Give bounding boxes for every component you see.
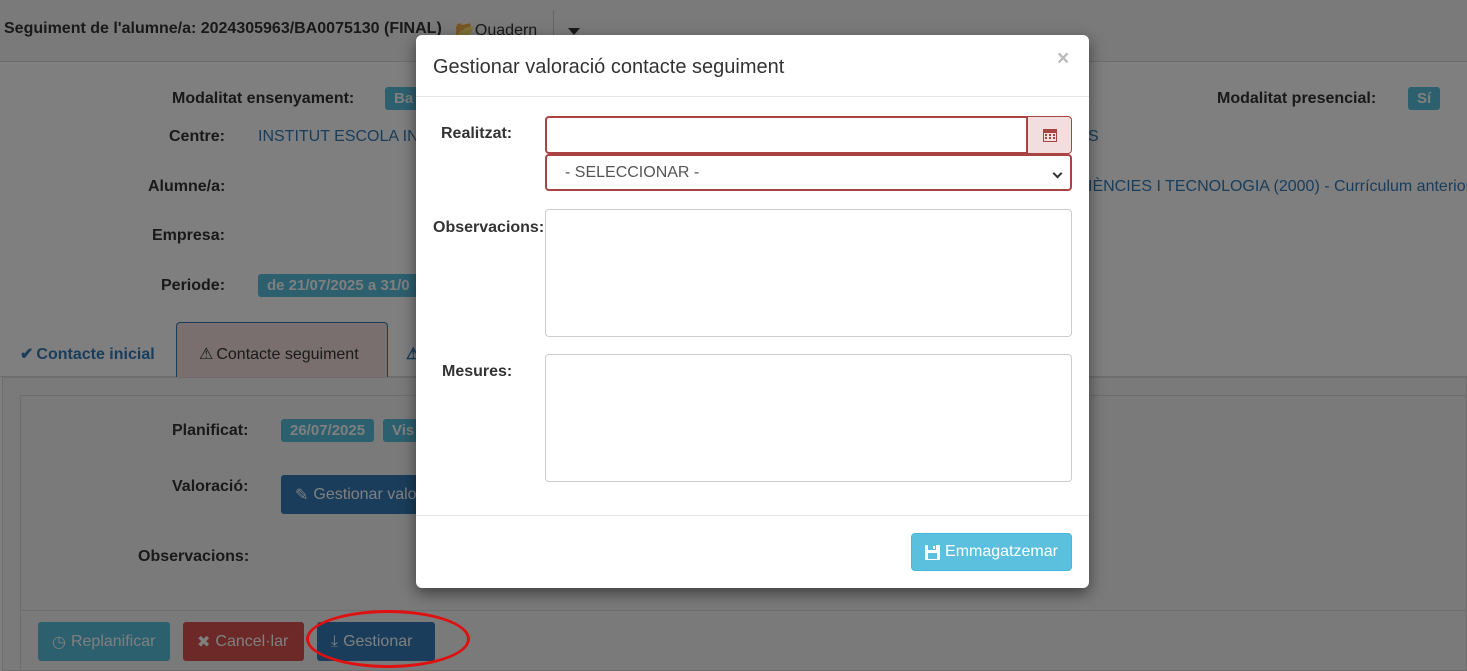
highlight-circle-annotation (306, 610, 470, 668)
floppy-disk-icon (925, 544, 941, 560)
calendar-icon (1042, 129, 1057, 142)
close-icon[interactable]: × (1057, 47, 1069, 71)
realitzat-label: Realitzat: (441, 125, 513, 142)
modal-header: Gestionar valoració contacte seguiment × (416, 35, 1089, 97)
realitzat-date-input[interactable] (545, 116, 1028, 154)
modal-footer-divider (416, 515, 1089, 516)
calendar-button[interactable] (1027, 116, 1072, 154)
valoracio-select[interactable]: - SELECCIONAR - (545, 154, 1072, 191)
save-button[interactable]: Emmagatzemar (911, 533, 1072, 571)
modal-observacions-label: Observacions: (433, 219, 545, 236)
valoracio-modal: Gestionar valoració contacte seguiment ×… (416, 35, 1089, 588)
chevron-down-icon (1052, 168, 1063, 179)
observacions-textarea[interactable] (545, 209, 1072, 337)
modal-title: Gestionar valoració contacte seguiment (433, 56, 785, 78)
mesures-label: Mesures: (442, 363, 513, 380)
mesures-textarea[interactable] (545, 354, 1072, 482)
select-value: - SELECCIONAR - (565, 164, 700, 181)
